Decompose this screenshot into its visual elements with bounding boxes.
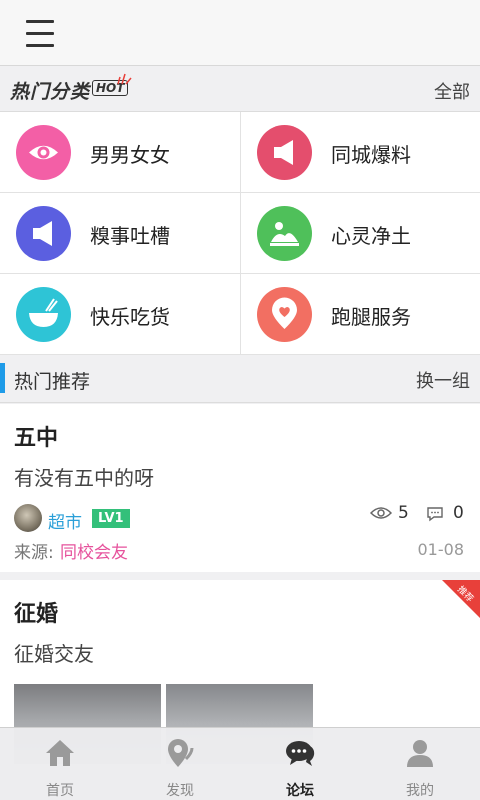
eye-icon bbox=[16, 125, 71, 180]
category-item-soul[interactable]: 心灵净土 bbox=[240, 193, 480, 274]
switch-group-button[interactable]: 换一组 bbox=[416, 367, 470, 393]
tab-label: 发现 bbox=[166, 783, 194, 799]
category-grid: 男男女女 同城爆料 糗事吐槽 心灵净土 快乐吃货 跑腿服务 bbox=[0, 112, 480, 355]
tab-mine[interactable]: 我的 bbox=[360, 728, 480, 800]
category-label: 心灵净土 bbox=[331, 224, 411, 248]
recommended-ribbon: 推荐 bbox=[442, 580, 480, 618]
location-pin-icon bbox=[168, 739, 194, 767]
hot-categories-header: 热门分类 HOT 全部 bbox=[0, 66, 480, 112]
hot-categories-title: 热门分类 bbox=[10, 81, 91, 103]
source-link[interactable]: 同校会友 bbox=[60, 538, 128, 563]
category-label: 快乐吃货 bbox=[90, 305, 170, 329]
eye-icon bbox=[370, 507, 392, 519]
category-item-men-women[interactable]: 男男女女 bbox=[0, 112, 240, 193]
user-icon bbox=[407, 740, 433, 767]
category-item-errands[interactable]: 跑腿服务 bbox=[240, 274, 480, 355]
tab-forum[interactable]: 论坛 bbox=[240, 728, 360, 800]
location-heart-icon bbox=[257, 287, 312, 342]
post-card[interactable]: 五中 有没有五中的呀 超市 LV1 5 0 来源: 同校会友 01-08 bbox=[0, 404, 480, 572]
recommend-header: 热门推荐 换一组 bbox=[0, 355, 480, 403]
chat-bubbles-icon bbox=[286, 741, 315, 766]
category-item-foodie[interactable]: 快乐吃货 bbox=[0, 274, 240, 355]
top-bar bbox=[0, 0, 480, 66]
comment-count: 0 bbox=[453, 503, 464, 523]
all-categories-link[interactable]: 全部 bbox=[434, 78, 470, 104]
tab-discover[interactable]: 发现 bbox=[120, 728, 240, 800]
post-date: 01-08 bbox=[417, 540, 465, 559]
bottom-tab-bar: 首页 发现 论坛 我的 bbox=[0, 727, 480, 800]
bowl-icon bbox=[16, 287, 71, 342]
tab-label: 我的 bbox=[406, 783, 434, 799]
category-label: 跑腿服务 bbox=[331, 305, 411, 329]
post-title: 征婚 bbox=[14, 602, 59, 627]
hamburger-icon[interactable] bbox=[26, 20, 54, 48]
source-label: 来源: bbox=[14, 543, 54, 563]
category-label: 同城爆料 bbox=[331, 143, 411, 167]
view-count: 5 bbox=[398, 503, 409, 523]
author-name[interactable]: 超市 bbox=[48, 508, 82, 533]
comment-icon bbox=[427, 507, 443, 522]
accent-bar bbox=[0, 363, 5, 393]
category-label: 男男女女 bbox=[90, 143, 170, 167]
post-body: 有没有五中的呀 bbox=[14, 466, 154, 490]
category-label: 糗事吐槽 bbox=[90, 224, 170, 248]
avatar[interactable] bbox=[14, 504, 42, 532]
post-title: 五中 bbox=[14, 426, 59, 451]
tab-label: 首页 bbox=[46, 783, 74, 799]
megaphone-icon bbox=[16, 206, 71, 261]
tab-label: 论坛 bbox=[286, 783, 314, 799]
spark-icon bbox=[117, 73, 132, 85]
tab-home[interactable]: 首页 bbox=[0, 728, 120, 800]
post-body: 征婚交友 bbox=[14, 642, 94, 666]
level-badge: LV1 bbox=[92, 509, 130, 528]
category-item-complaints[interactable]: 糗事吐槽 bbox=[0, 193, 240, 274]
cloud-landscape-icon bbox=[257, 206, 312, 261]
recommend-title: 热门推荐 bbox=[14, 371, 91, 393]
category-item-local-news[interactable]: 同城爆料 bbox=[240, 112, 480, 193]
megaphone-icon bbox=[257, 125, 312, 180]
home-icon bbox=[46, 740, 74, 766]
